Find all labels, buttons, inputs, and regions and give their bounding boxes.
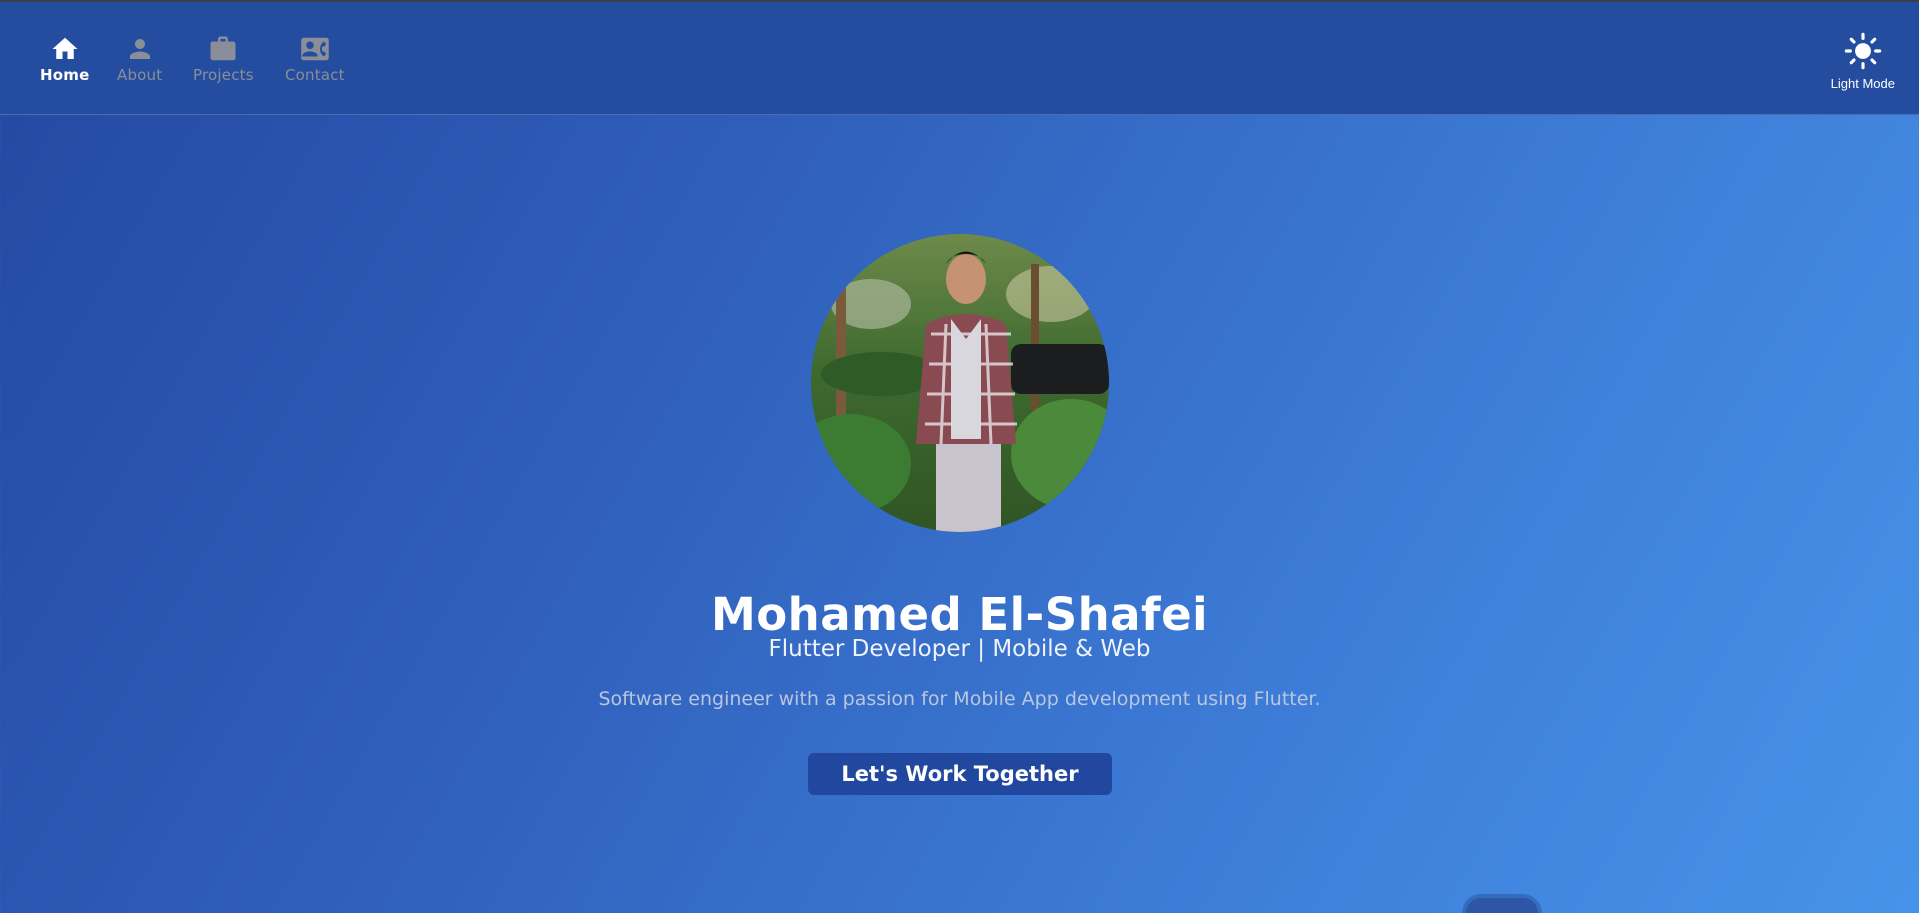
navbar: Home About Projects Contact Light Mode (0, 2, 1919, 115)
nav-item-label: Home (40, 66, 90, 84)
nav-item-projects[interactable]: Projects (193, 34, 254, 84)
briefcase-icon (210, 36, 236, 61)
hero-role: Flutter Developer | Mobile & Web (768, 636, 1151, 662)
nav-item-label: About (117, 66, 163, 84)
nav-item-home[interactable]: Home (40, 34, 89, 84)
person-icon (129, 39, 150, 59)
nav-item-label: Projects (193, 66, 254, 84)
hero-tagline: Software engineer with a passion for Mob… (598, 688, 1321, 710)
theme-toggle-label: Light Mode (1830, 76, 1895, 91)
profile-photo (811, 234, 1109, 532)
lets-work-together-button[interactable]: Let's Work Together (808, 753, 1112, 795)
nav-item-label: Contact (285, 66, 345, 84)
profile-photo-image (811, 234, 1109, 532)
floating-scroll-button[interactable] (1466, 898, 1538, 913)
contact-card-icon (301, 37, 329, 61)
nav-item-contact[interactable]: Contact (285, 34, 345, 84)
sun-icon (1844, 32, 1882, 70)
hero-name: Mohamed El-Shafei (710, 588, 1209, 642)
theme-toggle-button[interactable]: Light Mode (1831, 32, 1895, 91)
nav-item-about[interactable]: About (117, 34, 162, 84)
home-icon (52, 37, 78, 59)
